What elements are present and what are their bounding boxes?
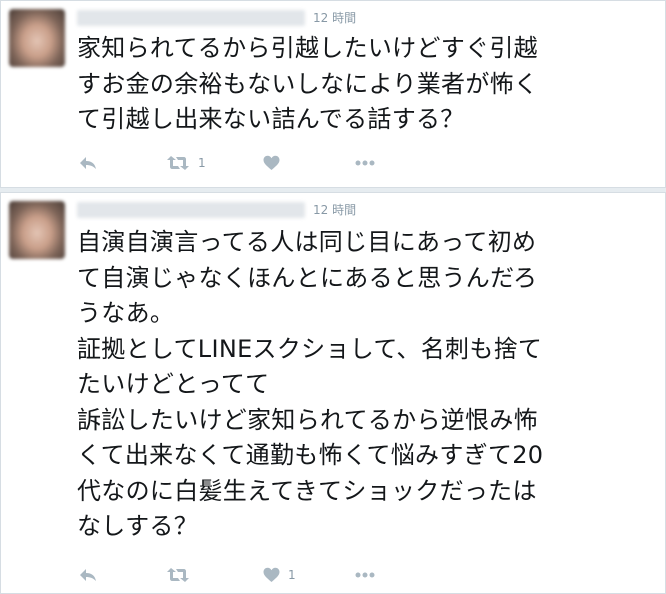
reply-button[interactable] bbox=[79, 563, 97, 587]
more-button[interactable] bbox=[355, 563, 375, 587]
like-count: 1 bbox=[288, 568, 296, 582]
avatar[interactable] bbox=[9, 9, 65, 67]
like-button[interactable] bbox=[263, 151, 288, 175]
more-icon bbox=[355, 160, 375, 166]
tweet-actions: 1 bbox=[77, 563, 477, 587]
retweet-button[interactable] bbox=[166, 563, 198, 587]
timestamp[interactable]: 12 時間 bbox=[313, 10, 356, 26]
more-button[interactable] bbox=[355, 151, 375, 175]
retweet-button[interactable]: 1 bbox=[166, 151, 206, 175]
avatar[interactable] bbox=[9, 201, 65, 259]
tweet-card: 12 時間 家知られてるから引越したいけどすぐ引越 すお金の余裕もないしなにより… bbox=[0, 0, 666, 188]
tweet-text: 家知られてるから引越したいけどすぐ引越 すお金の余裕もないしなにより業者が怖く … bbox=[77, 34, 539, 133]
tweet-card: 12 時間 自演自演言ってる人は同じ目にあって初め て自演じゃなくほんとにあると… bbox=[0, 192, 666, 594]
retweet-icon bbox=[167, 568, 189, 582]
retweet-icon bbox=[167, 156, 189, 170]
more-icon bbox=[355, 572, 375, 578]
reply-icon bbox=[80, 569, 96, 581]
tweet-text: 自演自演言ってる人は同じ目にあって初め て自演じゃなくほんとにあると思うんだろ … bbox=[77, 228, 544, 540]
timestamp[interactable]: 12 時間 bbox=[313, 202, 356, 218]
reply-button[interactable] bbox=[79, 151, 97, 175]
blurred-username bbox=[77, 202, 305, 218]
retweet-count: 1 bbox=[198, 156, 206, 170]
heart-icon bbox=[263, 155, 280, 170]
reply-icon bbox=[80, 157, 96, 169]
tweet-actions: 1 bbox=[77, 151, 477, 175]
like-button[interactable]: 1 bbox=[263, 563, 296, 587]
heart-icon bbox=[263, 567, 280, 582]
blurred-username bbox=[77, 10, 305, 26]
